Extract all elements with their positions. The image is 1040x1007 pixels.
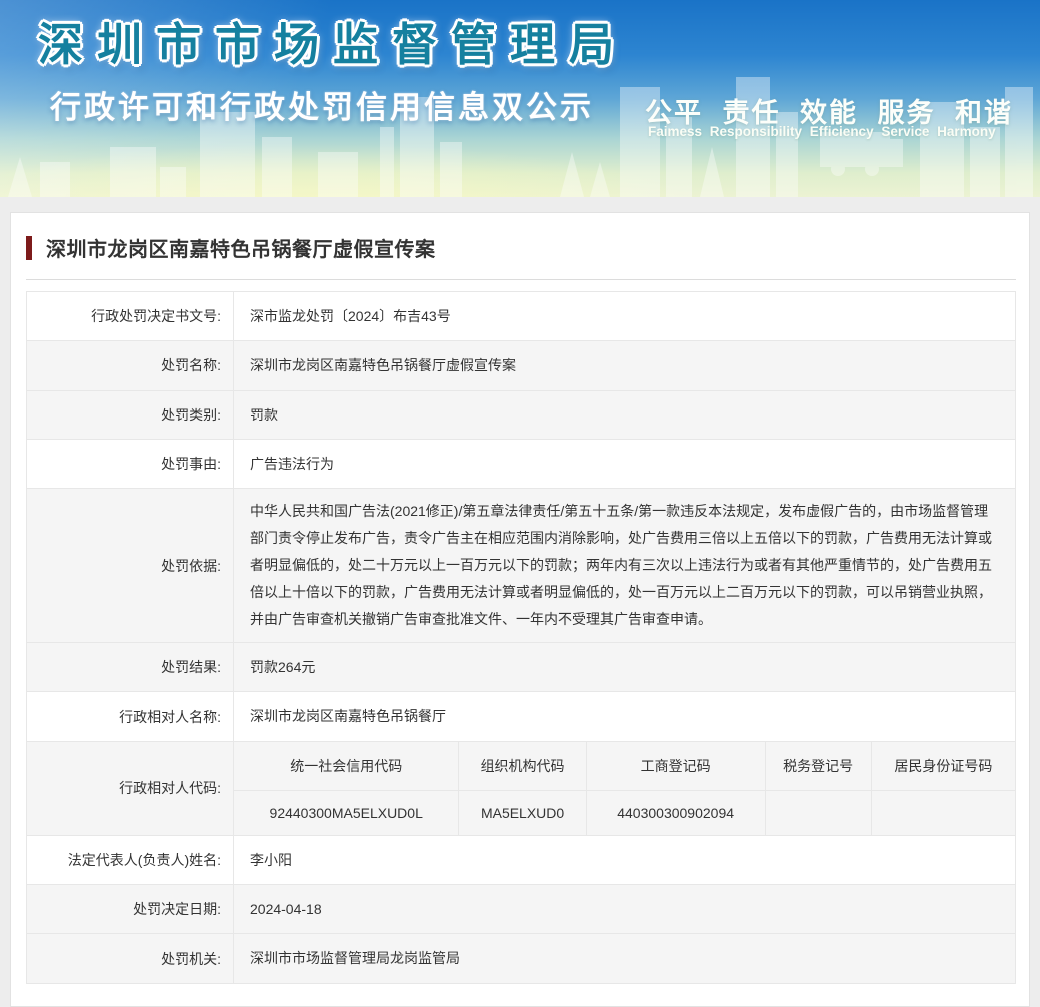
field-label: 行政处罚决定书文号: <box>27 292 234 341</box>
field-value: 罚款264元 <box>234 643 1016 692</box>
agency-name: 深圳市市场监督管理局 <box>38 8 628 73</box>
record-row-party-name: 行政相对人名称: 深圳市龙岗区南嘉特色吊锅餐厅 <box>27 692 1016 741</box>
record-row-penalty-authority: 处罚机关: 深圳市市场监督管理局龙岗监管局 <box>27 934 1016 983</box>
cell-id-number <box>871 790 1015 835</box>
cell-business-reg-code: 440300300902094 <box>586 790 765 835</box>
field-value: 广告违法行为 <box>234 439 1016 488</box>
penalty-record-table: 行政处罚决定书文号: 深市监龙处罚〔2024〕布吉43号 处罚名称: 深圳市龙岗… <box>26 291 1016 984</box>
record-row-party-codes: 行政相对人代码: 统一社会信用代码 组织机构代码 工商登记码 税务登记号 居民身… <box>27 741 1016 835</box>
record-row-penalty-category: 处罚类别: 罚款 <box>27 390 1016 439</box>
cell-credit-code: 92440300MA5ELXUD0L <box>234 790 459 835</box>
cell-tax-reg-code <box>765 790 871 835</box>
field-label: 行政相对人名称: <box>27 692 234 741</box>
content-box: 深圳市龙岗区南嘉特色吊锅餐厅虚假宣传案 行政处罚决定书文号: 深市监龙处罚〔20… <box>10 212 1030 1007</box>
column-header: 居民身份证号码 <box>871 742 1015 791</box>
field-value: 深圳市龙岗区南嘉特色吊锅餐厅虚假宣传案 <box>234 341 1016 390</box>
field-label: 行政相对人代码: <box>27 741 234 835</box>
record-row-legal-representative: 法定代表人(负责人)姓名: 李小阳 <box>27 835 1016 884</box>
party-code-header-row: 统一社会信用代码 组织机构代码 工商登记码 税务登记号 居民身份证号码 <box>234 742 1015 791</box>
record-row-penalty-reason: 处罚事由: 广告违法行为 <box>27 439 1016 488</box>
field-label: 处罚决定日期: <box>27 885 234 934</box>
field-value: 李小阳 <box>234 835 1016 884</box>
field-value: 2024-04-18 <box>234 885 1016 934</box>
field-label: 处罚结果: <box>27 643 234 692</box>
field-value: 深圳市龙岗区南嘉特色吊锅餐厅 <box>234 692 1016 741</box>
page-title: 深圳市龙岗区南嘉特色吊锅餐厅虚假宣传案 <box>46 233 436 262</box>
field-label: 处罚机关: <box>27 934 234 983</box>
slogan-english: Faimess Responsibility Efficiency Servic… <box>648 124 996 139</box>
field-value: 罚款 <box>234 390 1016 439</box>
column-header: 统一社会信用代码 <box>234 742 459 791</box>
field-label: 处罚依据: <box>27 489 234 643</box>
record-row-penalty-name: 处罚名称: 深圳市龙岗区南嘉特色吊锅餐厅虚假宣传案 <box>27 341 1016 390</box>
column-header: 税务登记号 <box>765 742 871 791</box>
banner-subtitle: 行政许可和行政处罚信用信息双公示 <box>50 82 594 127</box>
field-value: 中华人民共和国广告法(2021修正)/第五章法律责任/第五十五条/第一款违反本法… <box>234 489 1016 643</box>
field-label: 处罚名称: <box>27 341 234 390</box>
column-header: 工商登记码 <box>586 742 765 791</box>
field-label: 处罚事由: <box>27 439 234 488</box>
party-code-table: 统一社会信用代码 组织机构代码 工商登记码 税务登记号 居民身份证号码 9244… <box>234 742 1015 835</box>
party-code-cell: 统一社会信用代码 组织机构代码 工商登记码 税务登记号 居民身份证号码 9244… <box>234 741 1016 835</box>
case-title-row: 深圳市龙岗区南嘉特色吊锅餐厅虚假宣传案 <box>26 233 1016 280</box>
field-value: 深市监龙处罚〔2024〕布吉43号 <box>234 292 1016 341</box>
party-code-value-row: 92440300MA5ELXUD0L MA5ELXUD0 44030030090… <box>234 790 1015 835</box>
record-row-penalty-result: 处罚结果: 罚款264元 <box>27 643 1016 692</box>
title-accent-bar <box>26 236 32 260</box>
field-label: 法定代表人(负责人)姓名: <box>27 835 234 884</box>
cell-org-code: MA5ELXUD0 <box>459 790 586 835</box>
site-banner: 深圳市市场监督管理局 行政许可和行政处罚信用信息双公示 公平 责任 效能 服务 … <box>0 0 1040 197</box>
column-header: 组织机构代码 <box>459 742 586 791</box>
record-row-decision-number: 行政处罚决定书文号: 深市监龙处罚〔2024〕布吉43号 <box>27 292 1016 341</box>
record-row-penalty-basis: 处罚依据: 中华人民共和国广告法(2021修正)/第五章法律责任/第五十五条/第… <box>27 489 1016 643</box>
field-value: 深圳市市场监督管理局龙岗监管局 <box>234 934 1016 983</box>
record-row-decision-date: 处罚决定日期: 2024-04-18 <box>27 885 1016 934</box>
field-label: 处罚类别: <box>27 390 234 439</box>
